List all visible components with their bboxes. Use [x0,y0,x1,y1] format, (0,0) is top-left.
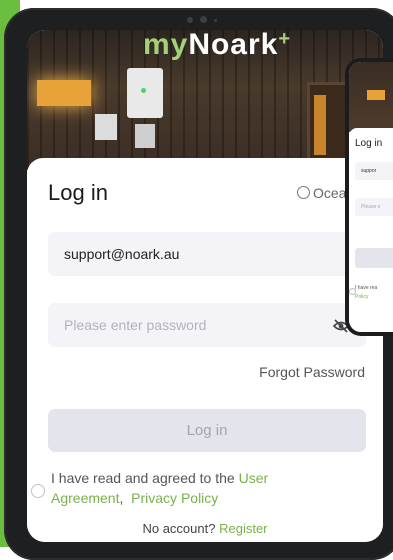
brand-logo: myNoark+ [142,30,292,61]
hero-image: myNoark+ [27,30,383,170]
phone-password-field: Please e [355,198,393,216]
login-button[interactable]: Log in [48,409,366,452]
page-title: Log in [48,180,108,205]
region-selector[interactable]: Ocea [297,185,346,201]
forgot-password-link[interactable]: Forgot Password [259,364,365,380]
phone-page-title: Log in [355,138,383,149]
agreement-text: I have read and agreed to the User Agree… [51,470,269,506]
phone-agreement-text: I have rea [355,285,378,291]
globe-icon [297,186,310,199]
camera-cluster [183,15,223,25]
register-prompt: No account? Register [142,521,268,536]
inverter-unit [127,68,163,118]
phone-login-button [355,248,393,268]
tablet-screen: myNoark+ Log in Ocea support@noark.au Pl… [27,30,383,542]
login-sheet: Log in Ocea support@noark.au Please ente… [27,158,383,542]
phone-policy-link: Policy [355,294,369,300]
email-field[interactable]: support@noark.au [48,232,366,276]
phone-email-field: suppor [355,162,393,180]
tablet-device: myNoark+ Log in Ocea support@noark.au Pl… [4,8,393,560]
phone-hero-image [349,62,393,132]
region-label: Ocea [313,185,347,201]
phone-screen: Log in suppor Please e I have rea Policy [349,62,393,332]
register-link[interactable]: Register [219,521,267,536]
privacy-policy-link[interactable]: Privacy Policy [131,490,218,506]
agree-checkbox[interactable] [31,484,45,498]
phone-login-sheet: Log in suppor Please e I have rea Policy [349,128,393,332]
phone-device: Log in suppor Please e I have rea Policy [345,58,393,336]
password-field[interactable]: Please enter password [48,303,366,347]
